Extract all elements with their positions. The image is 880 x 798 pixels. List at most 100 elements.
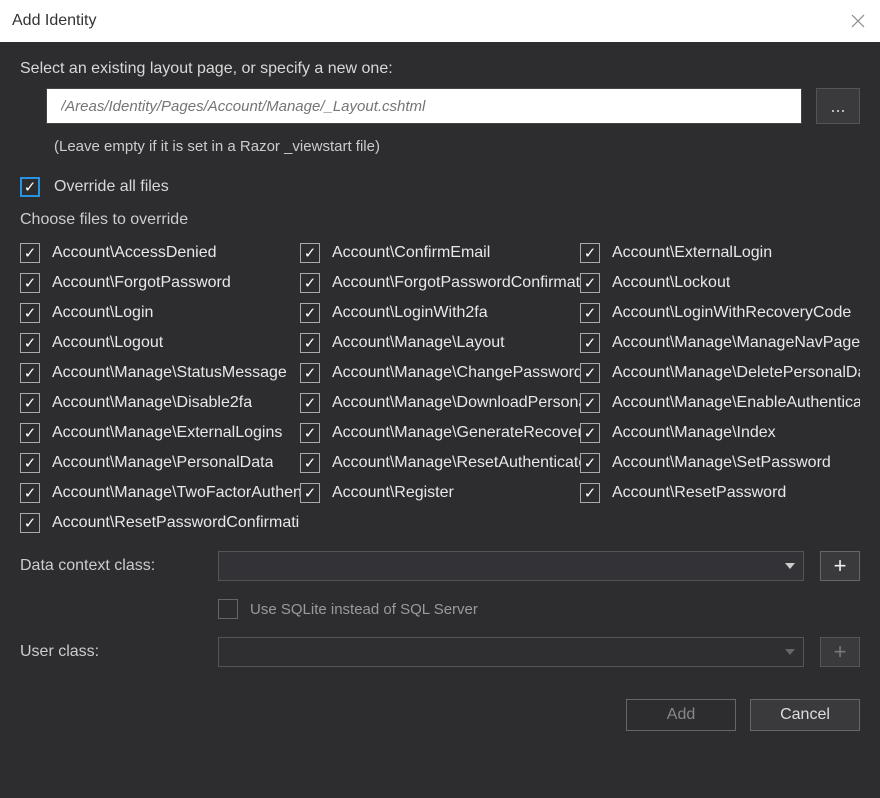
file-checkbox[interactable] — [300, 423, 320, 443]
file-checkbox[interactable] — [580, 363, 600, 383]
file-label: Account\ConfirmEmail — [332, 244, 490, 262]
file-label: Account\Manage\TwoFactorAuthentication — [52, 484, 300, 502]
file-item: Account\ForgotPasswordConfirmation — [300, 273, 580, 293]
file-checkbox[interactable] — [300, 393, 320, 413]
file-item: Account\Manage\DeletePersonalData — [580, 363, 860, 383]
file-item: Account\Manage\ManageNavPages — [580, 333, 860, 353]
file-label: Account\Manage\Layout — [332, 334, 505, 352]
window-title: Add Identity — [12, 12, 97, 30]
data-context-select[interactable] — [218, 551, 804, 581]
file-checkbox[interactable] — [20, 513, 40, 533]
file-label: Account\Manage\PersonalData — [52, 454, 273, 472]
layout-hint: (Leave empty if it is set in a Razor _vi… — [54, 138, 860, 155]
cancel-button[interactable]: Cancel — [750, 699, 860, 731]
choose-files-label: Choose files to override — [20, 211, 860, 229]
file-item: Account\LoginWithRecoveryCode — [580, 303, 860, 323]
file-checkbox[interactable] — [20, 243, 40, 263]
file-label: Account\Manage\GenerateRecoveryCodes — [332, 424, 580, 442]
file-checkbox[interactable] — [20, 333, 40, 353]
file-checkbox[interactable] — [20, 363, 40, 383]
add-button[interactable]: Add — [626, 699, 736, 731]
file-label: Account\ExternalLogin — [612, 244, 772, 262]
file-item: Account\ExternalLogin — [580, 243, 860, 263]
file-item: Account\Manage\DownloadPersonalData — [300, 393, 580, 413]
file-checkbox[interactable] — [580, 273, 600, 293]
file-label: Account\ForgotPassword — [52, 274, 231, 292]
file-label: Account\Manage\Index — [612, 424, 776, 442]
file-checkbox[interactable] — [580, 303, 600, 323]
file-item: Account\Manage\TwoFactorAuthentication — [20, 483, 300, 503]
file-label: Account\ResetPassword — [612, 484, 786, 502]
file-item: Account\Manage\GenerateRecoveryCodes — [300, 423, 580, 443]
file-checkbox[interactable] — [300, 483, 320, 503]
file-item: Account\ResetPasswordConfirmation — [20, 513, 300, 533]
file-label: Account\LoginWith2fa — [332, 304, 488, 322]
file-checkbox[interactable] — [20, 423, 40, 443]
close-icon[interactable] — [848, 11, 868, 31]
file-checkbox[interactable] — [300, 363, 320, 383]
file-label: Account\Manage\DownloadPersonalData — [332, 394, 580, 412]
file-checkbox[interactable] — [580, 483, 600, 503]
file-label: Account\ForgotPasswordConfirmation — [332, 274, 580, 292]
titlebar: Add Identity — [0, 0, 880, 42]
file-item: Account\Manage\Disable2fa — [20, 393, 300, 413]
file-checkbox[interactable] — [20, 273, 40, 293]
file-checkbox[interactable] — [300, 243, 320, 263]
file-checkbox[interactable] — [580, 423, 600, 443]
sqlite-label: Use SQLite instead of SQL Server — [250, 601, 478, 618]
file-checkbox[interactable] — [300, 273, 320, 293]
file-item: Account\LoginWith2fa — [300, 303, 580, 323]
file-label: Account\Manage\ChangePassword — [332, 364, 580, 382]
file-label: Account\Manage\DeletePersonalData — [612, 364, 860, 382]
file-checkbox[interactable] — [300, 333, 320, 353]
data-context-label: Data context class: — [20, 557, 202, 575]
sqlite-checkbox[interactable] — [218, 599, 238, 619]
file-item: Account\ResetPassword — [580, 483, 860, 503]
file-item: Account\Manage\StatusMessage — [20, 363, 300, 383]
file-checkbox[interactable] — [300, 303, 320, 323]
file-label: Account\Manage\Disable2fa — [52, 394, 252, 412]
file-checkbox[interactable] — [20, 393, 40, 413]
user-class-label: User class: — [20, 643, 202, 661]
file-checkbox[interactable] — [20, 303, 40, 323]
override-all-label: Override all files — [54, 178, 169, 196]
add-data-context-button[interactable]: + — [820, 551, 860, 581]
file-label: Account\Manage\StatusMessage — [52, 364, 287, 382]
file-label: Account\Manage\ResetAuthenticator — [332, 454, 580, 472]
file-label: Account\Manage\ExternalLogins — [52, 424, 282, 442]
file-checkbox[interactable] — [580, 393, 600, 413]
file-checkbox[interactable] — [20, 483, 40, 503]
file-item: Account\Logout — [20, 333, 300, 353]
file-label: Account\Manage\SetPassword — [612, 454, 831, 472]
file-label: Account\Register — [332, 484, 454, 502]
user-class-select — [218, 637, 804, 667]
chevron-down-icon — [785, 563, 795, 569]
file-checkbox[interactable] — [580, 243, 600, 263]
add-user-class-button: + — [820, 637, 860, 667]
file-item: Account\Login — [20, 303, 300, 323]
file-label: Account\AccessDenied — [52, 244, 217, 262]
browse-button[interactable]: ... — [816, 88, 860, 124]
file-label: Account\Manage\EnableAuthenticator — [612, 394, 860, 412]
file-item: Account\ConfirmEmail — [300, 243, 580, 263]
file-item: Account\Manage\ExternalLogins — [20, 423, 300, 443]
chevron-down-icon — [785, 649, 795, 655]
file-label: Account\Logout — [52, 334, 163, 352]
file-label: Account\Manage\ManageNavPages — [612, 334, 860, 352]
file-item: Account\Manage\Index — [580, 423, 860, 443]
dialog-body: Select an existing layout page, or speci… — [0, 42, 880, 749]
file-checkbox[interactable] — [300, 453, 320, 473]
file-item: Account\AccessDenied — [20, 243, 300, 263]
file-item: Account\Manage\ChangePassword — [300, 363, 580, 383]
layout-page-input[interactable] — [46, 88, 802, 124]
file-label: Account\ResetPasswordConfirmation — [52, 514, 300, 532]
file-item: Account\ForgotPassword — [20, 273, 300, 293]
file-checkbox[interactable] — [580, 453, 600, 473]
file-checkbox[interactable] — [580, 333, 600, 353]
file-label: Account\Login — [52, 304, 153, 322]
file-label: Account\LoginWithRecoveryCode — [612, 304, 851, 322]
file-item: Account\Register — [300, 483, 580, 503]
file-item: Account\Manage\SetPassword — [580, 453, 860, 473]
override-all-checkbox[interactable] — [20, 177, 40, 197]
file-checkbox[interactable] — [20, 453, 40, 473]
